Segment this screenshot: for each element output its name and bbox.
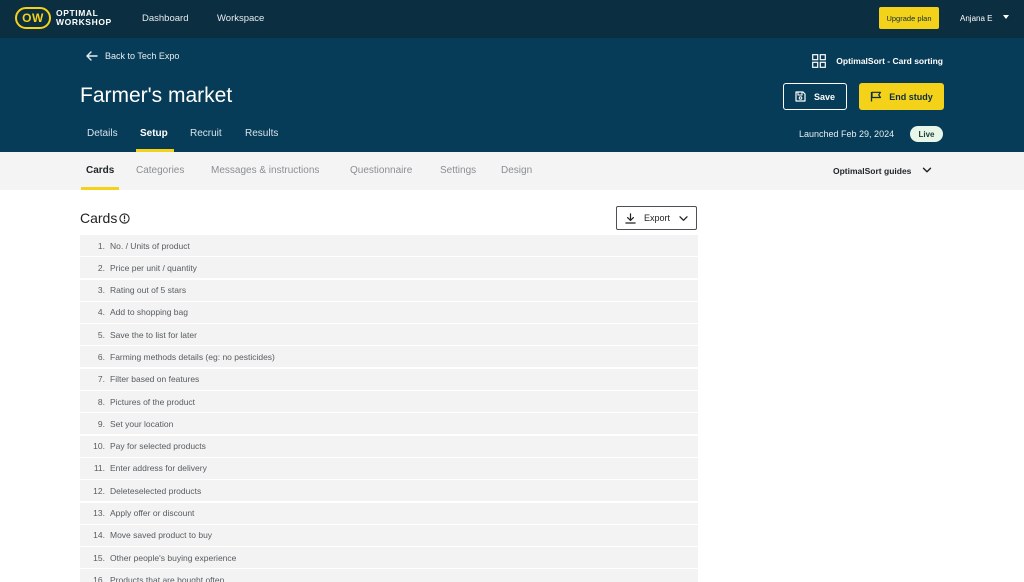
card-label: Enter address for delivery — [110, 463, 207, 474]
chevron-down-icon[interactable] — [922, 165, 932, 175]
card-row[interactable]: 12. Deleteselected products — [80, 480, 698, 502]
cards-heading-text: Cards — [80, 210, 118, 226]
chevron-down-icon — [679, 215, 688, 221]
study-type-text: OptimalSort - Card sorting — [836, 56, 943, 66]
card-label: Deleteselected products — [110, 485, 202, 496]
card-label: Add to shopping bag — [110, 307, 188, 318]
download-icon — [625, 212, 636, 224]
top-navbar: OW OPTIMAL WORKSHOP Dashboard Workspace … — [0, 0, 1024, 38]
tab-setup[interactable]: Setup — [140, 128, 168, 139]
end-study-label: End study — [889, 91, 933, 102]
subtab-questionnaire[interactable]: Questionnaire — [350, 165, 412, 176]
logo-mark: OW — [15, 7, 51, 29]
save-icon — [795, 91, 806, 102]
card-label: Pay for selected products — [110, 441, 206, 452]
back-link-label: Back to Tech Expo — [105, 51, 180, 61]
subtab-settings[interactable]: Settings — [440, 165, 476, 176]
card-number: 13. — [93, 508, 105, 519]
end-study-button[interactable]: End study — [859, 83, 944, 110]
card-row[interactable]: 11. Enter address for delivery — [80, 457, 698, 479]
card-number: 5. — [97, 329, 105, 340]
back-link[interactable]: Back to Tech Expo — [86, 51, 179, 61]
card-label: Products that are bought often — [110, 574, 225, 582]
upgrade-plan-button[interactable]: Upgrade plan — [879, 7, 939, 29]
card-number: 8. — [97, 396, 105, 407]
status-badge: Live — [910, 126, 943, 142]
page-title: Farmer's market — [80, 84, 233, 107]
nav-workspace[interactable]: Workspace — [217, 13, 264, 24]
save-button[interactable]: Save — [783, 83, 847, 110]
card-number: 1. — [97, 240, 105, 251]
card-row[interactable]: 2. Price per unit / quantity — [80, 257, 698, 279]
card-number: 2. — [97, 262, 105, 273]
subtab-categories[interactable]: Categories — [136, 165, 184, 176]
card-number: 4. — [97, 307, 105, 318]
card-label: Apply offer or discount — [110, 508, 195, 519]
card-label: Save the to list for later — [110, 329, 197, 340]
card-label: Other people's buying experience — [110, 552, 237, 563]
subtab-messages-instructions[interactable]: Messages & instructions — [211, 165, 319, 176]
study-type-label: OptimalSort - Card sorting — [812, 54, 943, 68]
tab-results[interactable]: Results — [245, 128, 278, 139]
card-label: Set your location — [110, 418, 174, 429]
save-button-label: Save — [813, 91, 836, 102]
card-row[interactable]: 16. Products that are bought often — [80, 569, 698, 582]
card-number: 11. — [93, 463, 105, 474]
card-number: 12. — [93, 485, 105, 496]
card-row[interactable]: 4. Add to shopping bag — [80, 301, 698, 323]
info-icon[interactable] — [119, 212, 131, 224]
export-button-label: Export — [643, 213, 670, 223]
launch-date: Launched Feb 29, 2024 — [799, 129, 895, 139]
card-number: 6. — [97, 351, 105, 362]
card-number: 16. — [93, 574, 105, 582]
card-row[interactable]: 6. Farming methods details (eg: no pestic… — [80, 346, 698, 368]
subtab-cards[interactable]: Cards — [86, 165, 114, 176]
card-label: Farming methods details (eg: no pesticid… — [110, 351, 275, 362]
arrow-left-icon — [86, 51, 98, 61]
subtab-design[interactable]: Design — [501, 165, 532, 176]
card-number: 9. — [97, 418, 105, 429]
card-number: 14. — [93, 530, 105, 541]
active-subtab-indicator — [81, 187, 119, 190]
card-label: Filter based on features — [110, 374, 200, 385]
setup-subtabs: Cards Categories Messages & instructions… — [0, 152, 1024, 190]
card-number: 15. — [93, 552, 105, 563]
card-row[interactable]: 10. Pay for selected products — [80, 435, 698, 457]
export-button[interactable]: Export — [616, 206, 697, 230]
card-row[interactable]: 9. Set your location — [80, 413, 698, 435]
card-label: No. / Units of product — [110, 240, 190, 251]
card-number: 10. — [93, 441, 105, 452]
card-label: Pictures of the product — [110, 396, 196, 407]
cards-heading: Cards — [80, 210, 131, 226]
card-number: 3. — [97, 285, 105, 296]
nav-dashboard[interactable]: Dashboard — [142, 13, 188, 24]
card-label: Move saved product to buy — [110, 530, 213, 541]
user-menu-name[interactable]: Anjana E — [960, 14, 992, 23]
card-row[interactable]: 15. Other people's buying experience — [80, 547, 698, 569]
card-row[interactable]: 3. Rating out of 5 stars — [80, 279, 698, 301]
logo-line-2: WORKSHOP — [56, 17, 112, 27]
optimal-workshop-logo[interactable]: OW OPTIMAL WORKSHOP — [15, 7, 112, 29]
card-row[interactable]: 7. Filter based on features — [80, 368, 698, 390]
tab-recruit[interactable]: Recruit — [190, 128, 222, 139]
card-row[interactable]: 1. No. / Units of product — [80, 235, 698, 256]
card-row[interactable]: 5. Save the to list for later — [80, 324, 698, 346]
card-row[interactable]: 8. Pictures of the product — [80, 391, 698, 413]
card-row[interactable]: 13. Apply offer or discount — [80, 502, 698, 524]
card-list: 1. No. / Units of product 2. Price per unit… — [80, 235, 698, 582]
flag-icon — [871, 91, 882, 102]
logo-wordmark: OPTIMAL WORKSHOP — [56, 9, 112, 27]
tab-details[interactable]: Details — [87, 128, 118, 139]
guides-dropdown[interactable]: OptimalSort guides — [833, 166, 911, 176]
card-grid-icon — [812, 54, 827, 68]
study-header: Back to Tech Expo OptimalSort - Card sor… — [0, 38, 1024, 152]
caret-down-icon[interactable] — [1003, 15, 1009, 19]
card-label: Price per unit / quantity — [110, 262, 197, 273]
card-number: 7. — [97, 374, 105, 385]
card-label: Rating out of 5 stars — [110, 285, 187, 296]
card-row[interactable]: 14. Move saved product to buy — [80, 524, 698, 546]
